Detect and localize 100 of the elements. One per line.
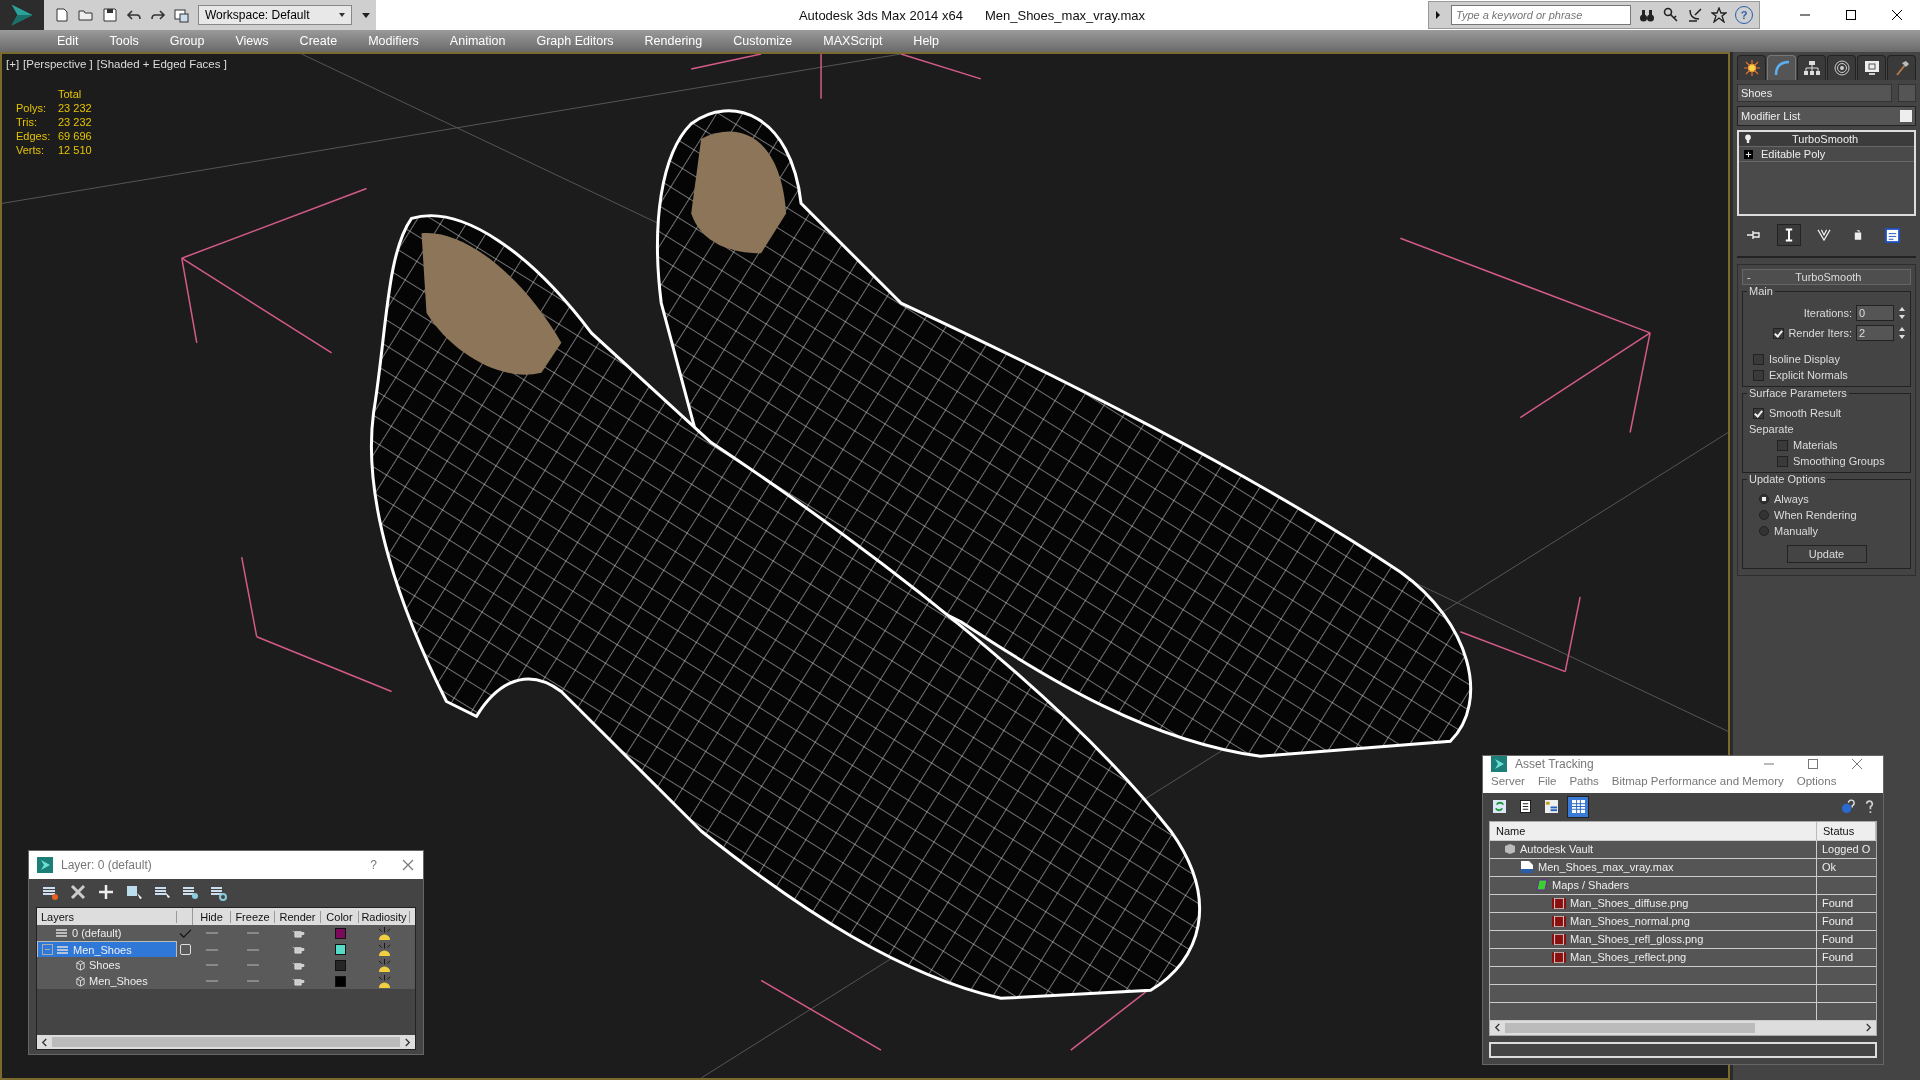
sun-icon[interactable] xyxy=(377,958,392,972)
column-header[interactable]: Render xyxy=(275,910,321,923)
teapot-icon[interactable] xyxy=(291,945,305,954)
menu-item[interactable]: Help xyxy=(913,34,940,48)
menu-item[interactable]: Create xyxy=(299,34,338,48)
close-icon[interactable] xyxy=(401,858,415,872)
scroll-left-icon[interactable] xyxy=(1494,1023,1501,1033)
key-icon[interactable] xyxy=(1663,7,1679,23)
stack-item[interactable]: TurboSmooth xyxy=(1739,132,1914,147)
column-header[interactable]: Radiosity xyxy=(359,910,410,923)
panel-tab[interactable] xyxy=(1857,55,1886,80)
update-button[interactable]: Update xyxy=(1786,545,1867,563)
menu-item[interactable]: Graph Editors xyxy=(536,34,614,48)
checkbox[interactable] xyxy=(1777,455,1788,467)
save-icon[interactable] xyxy=(102,7,118,23)
menu-item[interactable]: File xyxy=(1537,774,1557,787)
cube-cursor-icon[interactable] xyxy=(125,883,143,901)
panel-tab[interactable] xyxy=(1797,55,1826,80)
stack-tool-button[interactable] xyxy=(1777,224,1801,246)
object-name-field[interactable]: Shoes xyxy=(1737,84,1892,102)
toolbar-button[interactable] xyxy=(1567,795,1589,818)
viewport-label[interactable]: [Shaded + Edged Faces ] xyxy=(96,58,227,70)
scroll-right-icon[interactable] xyxy=(404,1037,411,1047)
asset-name[interactable]: Man_Shoes_normal.png xyxy=(1490,912,1817,930)
open-folder-icon[interactable] xyxy=(78,7,94,23)
menu-item[interactable]: Group xyxy=(169,34,205,48)
menu-item[interactable]: Customize xyxy=(733,34,793,48)
help-button[interactable]: ? xyxy=(370,858,377,872)
binoculars-icon[interactable] xyxy=(1639,7,1655,23)
teapot-icon[interactable] xyxy=(291,960,305,970)
app-logo[interactable] xyxy=(0,0,44,30)
asset-name[interactable]: Maps / Shaders xyxy=(1490,876,1817,894)
globe-help-icon[interactable] xyxy=(1841,799,1856,815)
radio-button[interactable] xyxy=(1759,526,1769,536)
panel-tab[interactable] xyxy=(1887,55,1916,80)
horizontal-scrollbar[interactable] xyxy=(37,1035,415,1049)
menu-item[interactable]: Tools xyxy=(109,34,139,48)
menu-item[interactable]: Server xyxy=(1491,774,1525,787)
panel-tab[interactable] xyxy=(1737,55,1766,80)
layer-color-swatch[interactable] xyxy=(334,959,346,971)
asset-name[interactable]: Autodesk Vault xyxy=(1490,840,1817,858)
object-color-swatch[interactable] xyxy=(1898,84,1916,102)
new-file-icon[interactable] xyxy=(54,7,70,23)
column-header[interactable]: Status xyxy=(1817,821,1876,840)
scroll-left-icon[interactable] xyxy=(41,1037,48,1047)
asset-name[interactable]: Man_Shoes_reflect.png xyxy=(1490,948,1817,966)
sun-icon[interactable] xyxy=(377,926,392,940)
checkmark-icon[interactable] xyxy=(178,928,192,938)
menu-item[interactable]: MAXScript xyxy=(823,34,883,48)
column-header[interactable]: Freeze xyxy=(231,910,275,923)
workspace-dropdown[interactable]: Workspace: Default xyxy=(198,5,352,25)
current-layer-box[interactable] xyxy=(179,944,191,955)
iterations-field[interactable]: 0 xyxy=(1856,305,1894,321)
radio-button[interactable] xyxy=(1759,494,1769,504)
column-header[interactable]: Layers xyxy=(37,910,177,923)
menu-item[interactable]: Edit xyxy=(57,34,79,48)
panel-tab[interactable] xyxy=(1827,55,1856,80)
project-folder-icon[interactable] xyxy=(174,7,190,23)
render-iters-field[interactable]: 2 xyxy=(1856,325,1894,341)
star-icon[interactable] xyxy=(1711,7,1727,23)
rollout-header[interactable]: - TurboSmooth xyxy=(1742,269,1911,285)
asset-name[interactable]: Men_Shoes_max_vray.max xyxy=(1490,858,1817,876)
column-header[interactable]: Hide xyxy=(193,910,231,923)
menu-item[interactable]: Rendering xyxy=(644,34,703,48)
stack-item[interactable]: Editable Poly xyxy=(1739,147,1914,162)
satellite-icon[interactable] xyxy=(1687,7,1703,23)
layer-color-swatch[interactable] xyxy=(334,927,346,939)
checkbox[interactable] xyxy=(1777,439,1788,451)
column-header[interactable]: Color xyxy=(321,910,359,923)
teapot-icon[interactable] xyxy=(291,928,305,938)
layer-color-swatch[interactable] xyxy=(334,944,346,955)
spinner-arrows-icon[interactable] xyxy=(1898,325,1906,341)
menu-item[interactable]: Views xyxy=(235,34,269,48)
sun-icon[interactable] xyxy=(377,974,392,988)
column-header[interactable]: Name xyxy=(1490,821,1817,840)
checkbox[interactable] xyxy=(1753,369,1764,381)
checkbox[interactable] xyxy=(1773,327,1785,339)
menu-item[interactable]: Options xyxy=(1796,774,1837,787)
asset-name[interactable]: Man_Shoes_refl_gloss.png xyxy=(1490,930,1817,948)
modifier-list-dropdown[interactable]: Modifier List xyxy=(1737,106,1916,126)
sun-icon[interactable] xyxy=(377,943,392,956)
checkbox[interactable] xyxy=(1753,407,1764,419)
plus-box-icon[interactable] xyxy=(1744,149,1753,159)
radio-button[interactable] xyxy=(1759,510,1769,520)
teapot-icon[interactable] xyxy=(291,976,305,986)
viewport-label[interactable]: [Perspective ] xyxy=(23,58,93,70)
scroll-right-icon[interactable] xyxy=(1865,1023,1872,1033)
menu-item[interactable]: Paths xyxy=(1569,774,1599,787)
checkbox[interactable] xyxy=(1753,353,1764,365)
freeze-toggle[interactable] xyxy=(247,948,259,951)
layer-color-swatch[interactable] xyxy=(334,975,346,987)
asset-name[interactable]: Man_Shoes_diffuse.png xyxy=(1490,894,1817,912)
viewport-label[interactable]: [+] xyxy=(6,58,20,70)
hide-toggle[interactable] xyxy=(206,948,218,951)
delete-icon[interactable] xyxy=(69,883,87,901)
light-bulb-icon[interactable] xyxy=(1744,134,1752,144)
spinner-arrows-icon[interactable] xyxy=(1898,305,1906,321)
search-field[interactable]: Type a keyword or phrase xyxy=(1451,5,1631,25)
menu-item[interactable]: Modifiers xyxy=(368,34,419,48)
menu-item[interactable]: Animation xyxy=(449,34,506,48)
